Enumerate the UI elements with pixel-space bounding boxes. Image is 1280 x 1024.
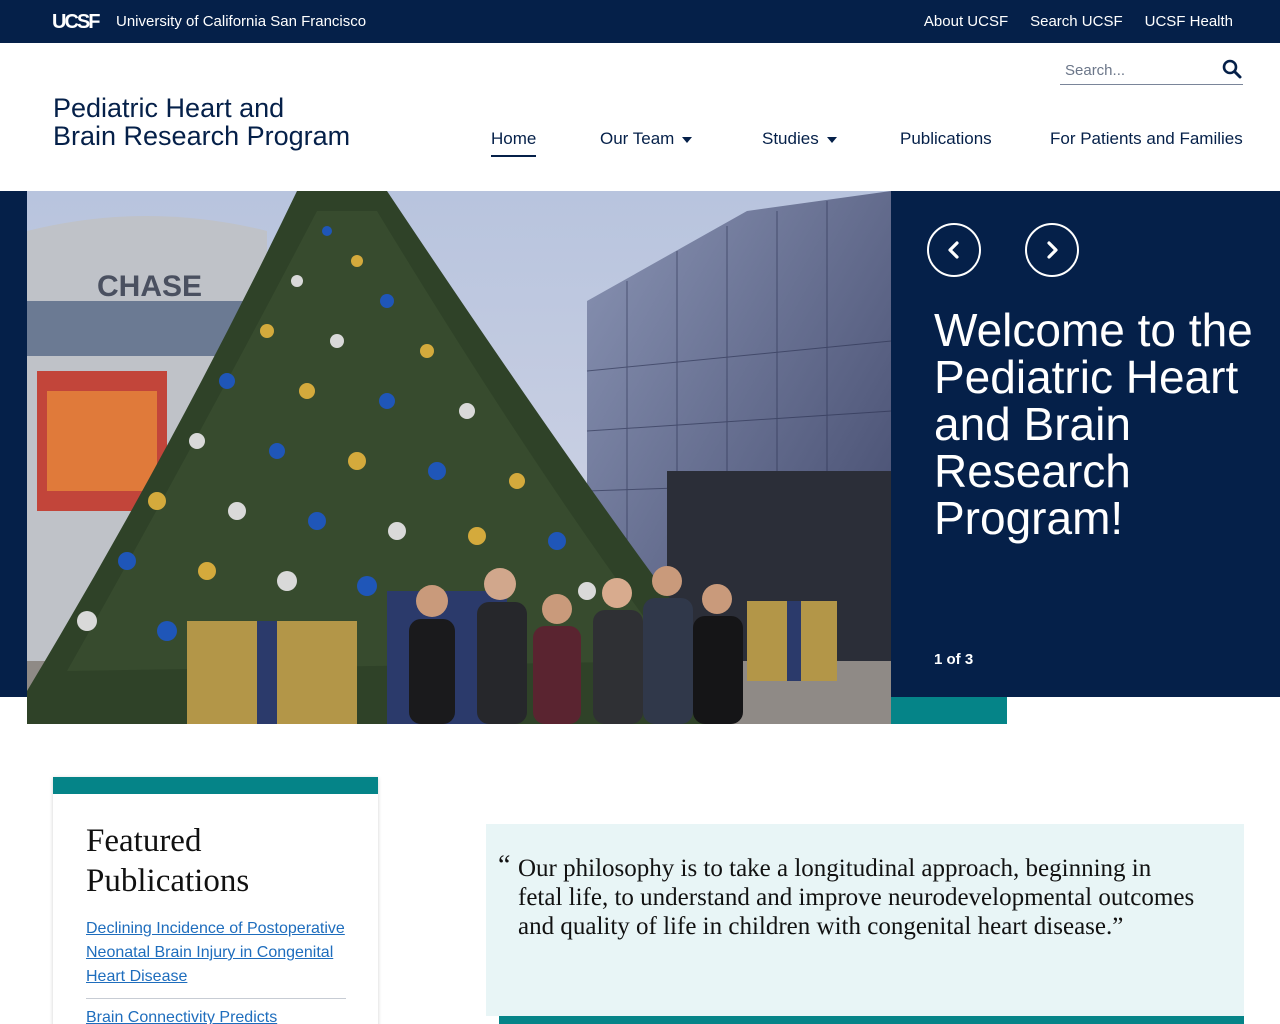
utility-bar: UCSF University of California San Franci… [0,0,1280,43]
chevron-right-icon [1047,241,1058,259]
nav-our-team[interactable]: Our Team [600,129,693,149]
site-title[interactable]: Pediatric Heart and Brain Research Progr… [53,94,393,150]
nav-our-team-label: Our Team [600,129,675,148]
hero-slide-image: CHASE [27,191,891,724]
svg-text:UCSF: UCSF [52,11,100,33]
search-ucsf-link[interactable]: Search UCSF [1030,13,1123,30]
slide-counter: 1 of 3 [934,651,974,668]
nav-patients-families[interactable]: For Patients and Families [1050,129,1243,149]
utility-links: About UCSF Search UCSF UCSF Health [924,13,1233,30]
caret-down-icon [682,137,693,143]
university-name[interactable]: University of California San Francisco [116,13,366,30]
nav-publications[interactable]: Publications [900,129,992,149]
nav-home-label: Home [491,129,537,148]
publication-divider [86,998,346,999]
search-icon[interactable] [1221,58,1243,80]
philosophy-quote: “ Our philosophy is to take a longitudin… [486,824,1244,1016]
publication-link[interactable]: Brain Connectivity Predicts [86,1006,346,1024]
card-accent-bar [53,777,378,794]
search-input[interactable] [1065,59,1215,81]
nav-patients-families-label: For Patients and Families [1050,129,1243,148]
publication-link[interactable]: Declining Incidence of Postoperative Neo… [86,917,346,989]
featured-publications-heading: Featured Publications [86,823,250,899]
ucsf-logo[interactable]: UCSF [52,8,104,34]
hero-title: Welcome to the Pediatric Heart and Brain… [934,304,1253,544]
quote-text: Our philosophy is to take a longitudinal… [518,855,1195,940]
quote-mark-icon: “ [498,850,511,881]
caret-down-icon [826,137,837,143]
site-title-line-2: Brain Research Program [53,121,351,151]
hero-photo-illustration: CHASE [27,191,891,724]
chevron-left-icon [948,241,959,259]
carousel-next-button[interactable] [1025,223,1079,277]
nav-home[interactable]: Home [491,129,537,157]
ucsf-health-link[interactable]: UCSF Health [1145,13,1233,30]
nav-studies[interactable]: Studies [762,129,837,149]
hero-accent-bar [891,697,1007,724]
site-title-line-1: Pediatric Heart and [53,93,285,123]
nav-studies-label: Studies [762,129,819,148]
featured-publications-card: Featured Publications Declining Incidenc… [53,777,378,1024]
site-search [1060,56,1243,85]
nav-publications-label: Publications [900,129,992,148]
photo-sign-text: CHASE [97,270,202,303]
quote-accent-bar [499,1016,1244,1024]
carousel-prev-button[interactable] [927,223,981,277]
hero-text-panel: Welcome to the Pediatric Heart and Brain… [891,191,1280,697]
about-ucsf-link[interactable]: About UCSF [924,13,1008,30]
